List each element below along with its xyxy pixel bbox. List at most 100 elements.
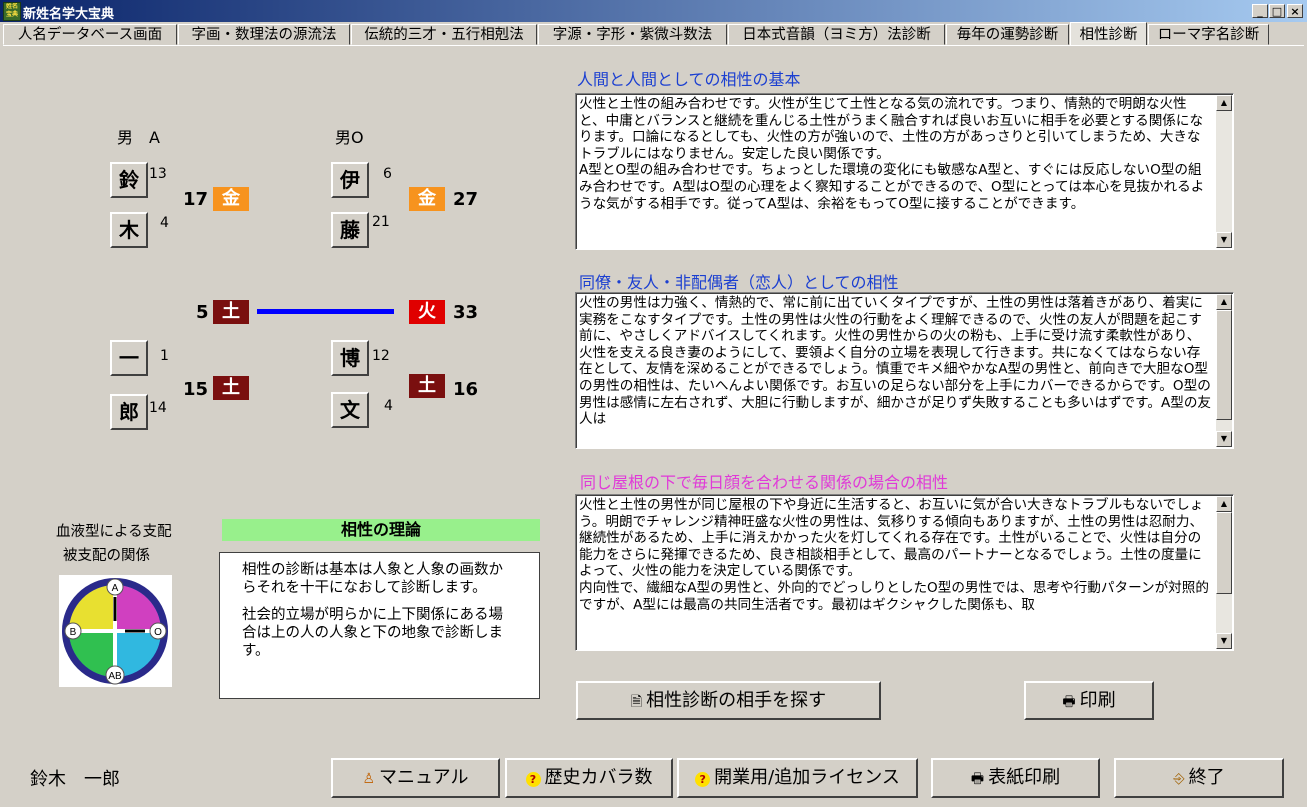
person-a-mid-element-badge: 土	[213, 300, 249, 324]
exit-label: 終了	[1188, 767, 1225, 788]
section-basic-heading: 人間と人間としての相性の基本	[577, 70, 801, 89]
section-basic-para-1: 火性と土性の組み合わせです。火性が生じて土性となる気の流れです。つまり、情熱的で…	[579, 96, 1204, 162]
scroll-down-arrow-icon[interactable]: ▼	[1216, 232, 1232, 248]
help-icon: ?	[525, 772, 541, 787]
minimize-button[interactable]: _	[1252, 4, 1268, 18]
blood-type-caption-1: 血液型による支配	[56, 524, 172, 540]
theory-para-2: 社会的立場が明らかに上下関係にある場合は上の人の人象と下の地象で診断します。	[242, 607, 503, 659]
section-basic-para-2: A型とO型の組み合わせです。ちょっとした環境の変化にも敏感なA型と、すぐには反応…	[579, 162, 1205, 212]
person-b-top-sum: 27	[453, 189, 479, 210]
close-button[interactable]: ×	[1287, 4, 1303, 18]
blood-type-label-ab: AB	[108, 671, 122, 682]
manual-button[interactable]: ♙ マニュアル	[331, 758, 500, 798]
exit-icon: ⎆	[1173, 771, 1185, 787]
scroll-up-arrow-icon[interactable]: ▲	[1216, 294, 1232, 310]
section-friends-heading: 同僚・友人・非配偶者（恋人）としての相性	[579, 273, 899, 292]
license-label: 開業用/追加ライセンス	[714, 767, 900, 788]
history-kabbalah-label: 歴史カバラ数	[544, 767, 653, 788]
window-title: 新姓名学大宝典	[23, 7, 115, 22]
app-icon: 姓名宝典	[3, 2, 21, 21]
printer-icon: 🖶	[970, 771, 985, 787]
person-b-given-strokes-1: 12	[372, 348, 390, 364]
blood-type-label-o: O	[154, 627, 162, 638]
tab-traditional-five-elements[interactable]: 伝統的三才・五行相剋法	[351, 24, 537, 45]
blood-type-diagram: A B O AB	[59, 575, 172, 687]
person-icon: ♙	[362, 771, 376, 787]
document-icon: 🗎	[630, 694, 643, 710]
find-partner-label: 相性診断の相手を探す	[646, 690, 827, 711]
person-b-given-strokes-2: 4	[384, 398, 393, 414]
person-a-surname-char-2[interactable]: 木	[110, 212, 148, 248]
manual-label: マニュアル	[379, 767, 469, 788]
scroll-down-arrow-icon[interactable]: ▼	[1216, 633, 1232, 649]
section-basic-scrollbar[interactable]: ▲ ▼	[1216, 95, 1232, 248]
license-button[interactable]: ? 開業用/追加ライセンス	[677, 758, 918, 798]
person-a-surname-strokes-1: 13	[149, 166, 167, 182]
tab-name-database[interactable]: 人名データベース画面	[3, 24, 177, 45]
scroll-up-arrow-icon[interactable]: ▲	[1216, 95, 1232, 111]
person-b-given-char-1[interactable]: 博	[331, 340, 369, 376]
person-b-surname-char-2[interactable]: 藤	[331, 212, 369, 248]
person-a-given-strokes-1: 1	[160, 348, 169, 364]
section-household-para-1: 火性と土性の男性が同じ屋根の下や身近に生活すると、お互いに気が合い大きなトラブル…	[579, 497, 1204, 580]
person-a-label: 男 A	[117, 128, 160, 147]
theory-para-1: 相性の診断は基本は人象と人象の画数からそれを十干になおして診断します。	[242, 562, 503, 596]
person-b-surname-strokes-1: 6	[383, 166, 392, 182]
maximize-button[interactable]: □	[1269, 4, 1285, 18]
section-household-scrollbar[interactable]: ▲ ▼	[1216, 496, 1232, 649]
scroll-thumb[interactable]	[1216, 310, 1232, 420]
person-b-top-element-badge: 金	[409, 187, 445, 211]
theory-text-box: 相性の診断は基本は人象と人象の画数からそれを十干になおして診断します。 社会的立…	[219, 552, 540, 699]
person-b-surname-char-1[interactable]: 伊	[331, 162, 369, 198]
scroll-up-arrow-icon[interactable]: ▲	[1216, 496, 1232, 512]
tab-compatibility[interactable]: 相性診断	[1070, 22, 1147, 46]
person-a-given-char-2[interactable]: 郎	[110, 394, 148, 430]
exit-button[interactable]: ⎆ 終了	[1114, 758, 1284, 798]
tab-phonetic[interactable]: 日本式音韻（ヨミ方）法診断	[728, 24, 945, 45]
person-a-given-char-1[interactable]: 一	[110, 340, 148, 376]
title-bar: 姓名宝典 新姓名学大宝典 _ □ ×	[0, 0, 1307, 22]
scroll-thumb[interactable]	[1216, 512, 1232, 594]
print-button[interactable]: 🖶 印刷	[1024, 681, 1154, 720]
printer-icon: 🖶	[1062, 694, 1076, 710]
section-household-textbox[interactable]: 火性と土性の男性が同じ屋根の下や身近に生活すると、お互いに気が合い大きなトラブル…	[575, 494, 1234, 651]
find-partner-button[interactable]: 🗎 相性診断の相手を探す	[576, 681, 881, 720]
person-b-mid-sum: 33	[453, 302, 479, 323]
person-a-surname-char-1[interactable]: 鈴	[110, 162, 148, 198]
help-icon: ?	[695, 772, 711, 787]
cover-print-label: 表紙印刷	[988, 767, 1061, 788]
person-a-top-sum: 17	[183, 189, 209, 210]
blood-type-caption-2: 被支配の関係	[63, 548, 150, 564]
scroll-down-arrow-icon[interactable]: ▼	[1216, 431, 1232, 447]
person-a-surname-strokes-2: 4	[160, 215, 169, 231]
section-friends-scrollbar[interactable]: ▲ ▼	[1216, 294, 1232, 447]
person-a-bottom-sum: 15	[183, 379, 209, 400]
person-b-mid-element-badge: 火	[409, 300, 445, 324]
person-b-surname-strokes-2: 21	[372, 214, 390, 230]
current-person-name: 鈴木 一郎	[30, 769, 120, 790]
section-friends-textbox[interactable]: 火性の男性は力強く、情熱的で、常に前に出ていくタイプですが、土性の男性は落着きが…	[575, 292, 1234, 449]
theory-title: 相性の理論	[222, 519, 540, 541]
tab-character-origin[interactable]: 字源・字形・紫微斗数法	[538, 24, 727, 45]
person-b-given-char-2[interactable]: 文	[331, 392, 369, 428]
compatibility-link-line	[257, 309, 394, 314]
section-household-para-2: 内向性で、繊細なA型の男性と、外向的でどっしりとしたO型の男性では、思考や行動パ…	[579, 579, 1209, 613]
print-label: 印刷	[1079, 690, 1116, 711]
person-b-label: 男O	[335, 128, 364, 147]
person-b-bottom-sum: 16	[453, 379, 479, 400]
blood-type-label-a: A	[112, 583, 119, 594]
person-a-mid-sum: 5	[196, 302, 209, 323]
tab-romaji[interactable]: ローマ字名診断	[1148, 24, 1269, 45]
person-a-bottom-element-badge: 土	[213, 376, 249, 400]
person-b-bottom-element-badge: 土	[409, 374, 445, 398]
section-basic-textbox[interactable]: 火性と土性の組み合わせです。火性が生じて土性となる気の流れです。つまり、情熱的で…	[575, 93, 1234, 250]
blood-type-label-b: B	[70, 627, 77, 638]
tab-yearly-fortune[interactable]: 毎年の運勢診断	[946, 24, 1069, 45]
person-a-top-element-badge: 金	[213, 187, 249, 211]
section-friends-para-1: 火性の男性は力強く、情熱的で、常に前に出ていくタイプですが、土性の男性は落着きが…	[579, 295, 1212, 428]
section-household-heading: 同じ屋根の下で毎日顔を合わせる関係の場合の相性	[580, 473, 949, 492]
person-a-given-strokes-2: 14	[149, 400, 167, 416]
history-kabbalah-button[interactable]: ? 歴史カバラ数	[505, 758, 673, 798]
tab-stroke-numerology[interactable]: 字画・数理法の源流法	[178, 24, 350, 45]
cover-print-button[interactable]: 🖶 表紙印刷	[931, 758, 1100, 798]
